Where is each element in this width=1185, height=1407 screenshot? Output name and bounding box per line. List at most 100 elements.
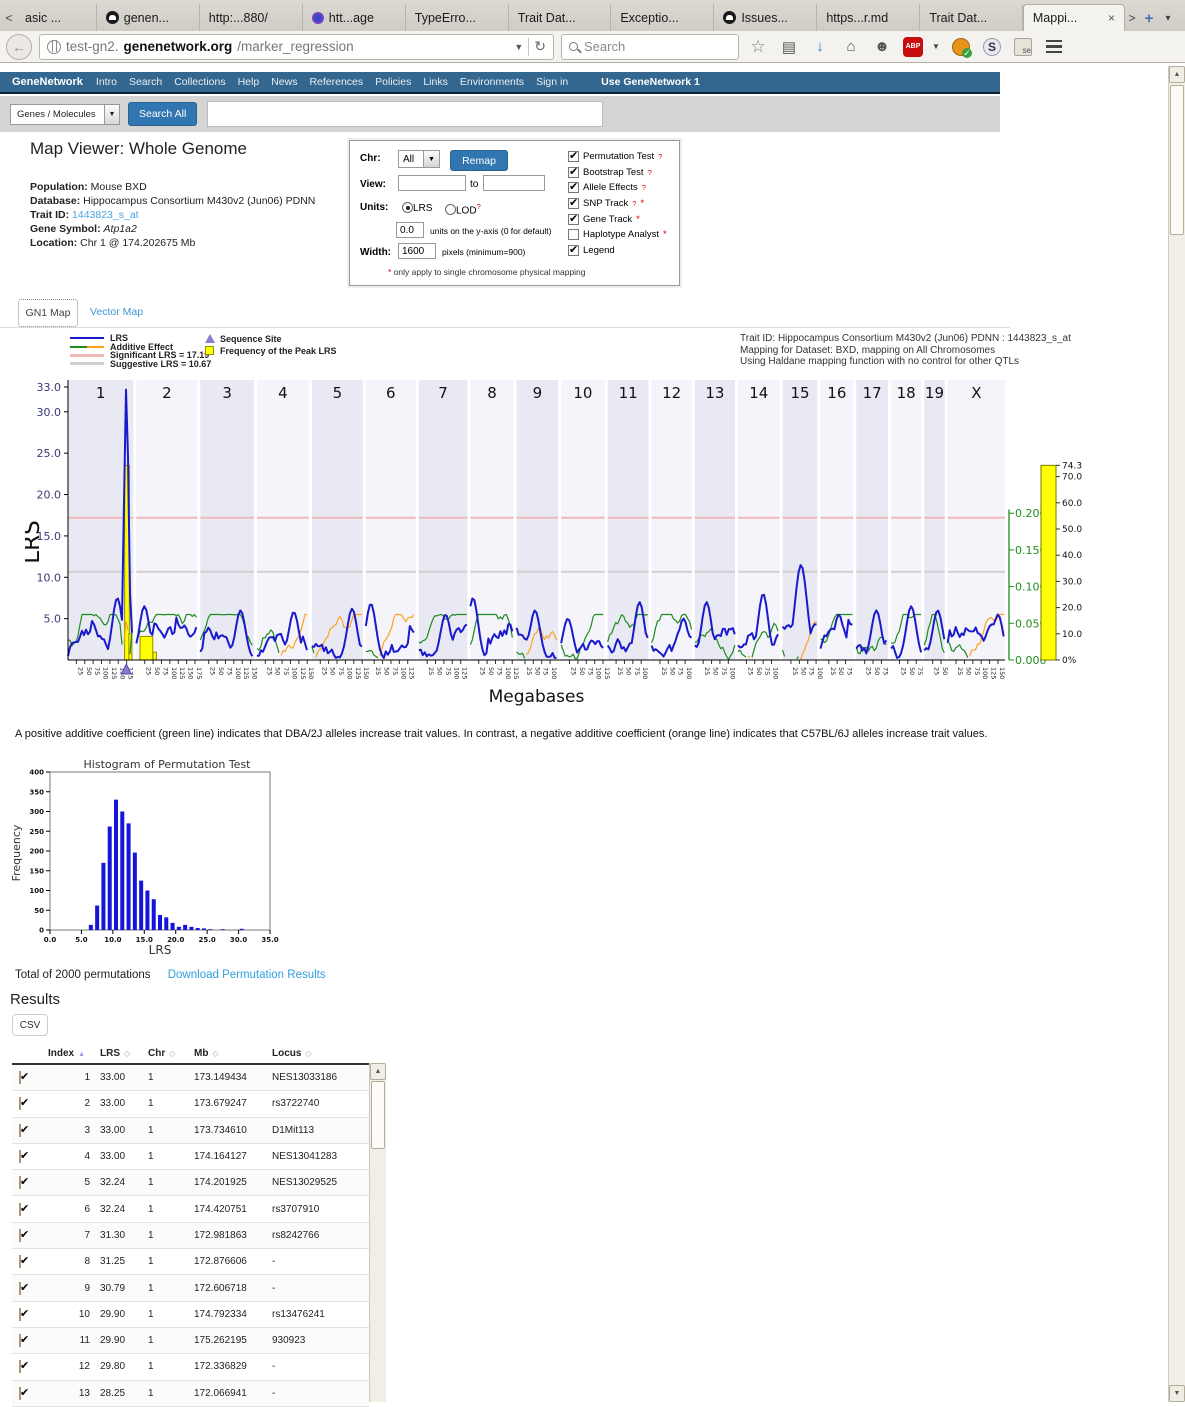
nav-item-search[interactable]: Search: [129, 76, 162, 88]
view-from-input[interactable]: [398, 175, 466, 191]
browser-tab[interactable]: Trait Dat...: [509, 4, 612, 31]
table-scrollbar-thumb[interactable]: [371, 1081, 385, 1149]
new-tab-button[interactable]: +: [1139, 5, 1159, 31]
window-scrollbar-thumb[interactable]: [1170, 85, 1184, 235]
browser-tab[interactable]: TypeErro...: [406, 4, 509, 31]
category-select[interactable]: Genes / Molecules ▼: [10, 104, 120, 125]
units-lrs-radio[interactable]: LRS: [402, 202, 432, 214]
remap-button[interactable]: Remap: [450, 150, 508, 171]
checkbox-icon[interactable]: [568, 229, 579, 240]
checkbox-row-bootstrap-test[interactable]: Bootstrap Test?: [568, 165, 667, 181]
nav-item-help[interactable]: Help: [238, 76, 260, 88]
row-checkbox[interactable]: [19, 1124, 21, 1137]
tab-vector-map[interactable]: Vector Map: [90, 306, 143, 318]
chat-icon[interactable]: ☻: [870, 35, 894, 59]
url-dropdown-icon[interactable]: ▼: [514, 42, 523, 52]
chr-caret-icon[interactable]: ▼: [424, 150, 440, 168]
radio-icon[interactable]: [445, 204, 456, 215]
row-checkbox[interactable]: [19, 1176, 21, 1189]
row-checkbox[interactable]: [19, 1150, 21, 1163]
checkbox-row-legend[interactable]: Legend: [568, 243, 667, 259]
browser-tab[interactable]: https...r.md: [817, 4, 920, 31]
column-header-lrs[interactable]: LRS◇: [100, 1048, 148, 1059]
csv-button[interactable]: CSV: [12, 1014, 48, 1036]
help-icon[interactable]: ?: [658, 152, 662, 161]
radio-icon[interactable]: [402, 202, 413, 213]
width-input[interactable]: [398, 243, 436, 259]
row-checkbox[interactable]: [19, 1308, 21, 1321]
nav-item-policies[interactable]: Policies: [375, 76, 411, 88]
adblock-icon[interactable]: ABP: [903, 37, 923, 57]
reading-list-icon[interactable]: ▤: [777, 35, 801, 59]
browser-tab[interactable]: http:...880/: [200, 4, 303, 31]
genome-scan-chart[interactable]: 1255075100125150175225507510012515017532…: [25, 372, 1087, 712]
units-lod-radio[interactable]: LOD?: [445, 202, 481, 216]
global-search-input[interactable]: [207, 101, 603, 127]
s-addon-icon[interactable]: S: [983, 38, 1001, 56]
checkbox-icon[interactable]: [568, 167, 579, 178]
row-checkbox[interactable]: [19, 1097, 21, 1110]
nav-item-collections[interactable]: Collections: [174, 76, 225, 88]
trait-id-link[interactable]: 1443823_s_at: [72, 209, 139, 221]
reload-icon[interactable]: ↻: [534, 38, 546, 55]
scroll-up-icon[interactable]: ▲: [1169, 66, 1185, 83]
tab-scroll-right-icon[interactable]: >: [1125, 5, 1139, 31]
browser-tab[interactable]: genen...: [97, 4, 200, 31]
nav-item-sign-in[interactable]: Sign in: [536, 76, 568, 88]
adblock-caret-icon[interactable]: ▼: [932, 42, 942, 51]
help-icon[interactable]: ?: [632, 199, 636, 208]
column-header-locus[interactable]: Locus◇: [272, 1048, 369, 1059]
menu-icon[interactable]: [1042, 35, 1066, 59]
search-all-button[interactable]: Search All: [128, 102, 197, 126]
addon-orange-icon[interactable]: [952, 38, 970, 56]
category-caret-icon[interactable]: ▼: [105, 104, 120, 125]
tab-scroll-left-icon[interactable]: <: [2, 5, 16, 31]
bookmark-star-icon[interactable]: ☆: [746, 35, 770, 59]
browser-tab[interactable]: asic ...: [16, 4, 97, 31]
browser-tab[interactable]: htt...age: [303, 4, 406, 31]
nav-item-links[interactable]: Links: [423, 76, 448, 88]
download-icon[interactable]: ↓: [808, 35, 832, 59]
checkbox-row-gene-track[interactable]: Gene Track*: [568, 211, 667, 227]
browser-search-box[interactable]: Search: [561, 34, 739, 60]
browser-tab[interactable]: Trait Dat...: [920, 4, 1023, 31]
browser-tab[interactable]: Mappi...×: [1023, 4, 1125, 31]
nav-item-intro[interactable]: Intro: [96, 76, 117, 88]
row-checkbox[interactable]: [19, 1387, 21, 1400]
page-edit-icon[interactable]: se: [1014, 38, 1032, 56]
nav-item-news[interactable]: News: [271, 76, 297, 88]
help-icon[interactable]: ?: [477, 202, 481, 211]
nav-item-environments[interactable]: Environments: [460, 76, 524, 88]
download-permutation-link[interactable]: Download Permutation Results: [168, 969, 326, 981]
checkbox-row-allele-effects[interactable]: Allele Effects?: [568, 180, 667, 196]
checkbox-row-snp-track[interactable]: SNP Track?*: [568, 196, 667, 212]
row-checkbox[interactable]: [19, 1255, 21, 1268]
help-icon[interactable]: ?: [648, 168, 652, 177]
column-header-chr[interactable]: Chr◇: [148, 1048, 194, 1059]
row-checkbox[interactable]: [19, 1334, 21, 1347]
table-scrollbar[interactable]: ▲: [369, 1063, 386, 1402]
checkbox-icon[interactable]: [568, 245, 579, 256]
column-header-mb[interactable]: Mb◇: [194, 1048, 272, 1059]
browser-tab[interactable]: Issues...: [714, 4, 817, 31]
y-units-input[interactable]: [396, 222, 424, 238]
scroll-up-icon[interactable]: ▲: [370, 1063, 386, 1080]
window-scrollbar[interactable]: ▲ ▼: [1168, 66, 1185, 1402]
row-checkbox[interactable]: [19, 1282, 21, 1295]
use-gn1-link[interactable]: Use GeneNetwork 1: [601, 76, 700, 88]
gn-brand[interactable]: GeneNetwork: [12, 76, 83, 88]
chr-select[interactable]: All ▼: [398, 150, 440, 168]
checkbox-row-haplotype-analyst[interactable]: Haplotype Analyst*: [568, 227, 667, 243]
scroll-down-icon[interactable]: ▼: [1169, 1385, 1185, 1402]
checkbox-icon[interactable]: [568, 198, 579, 209]
row-checkbox[interactable]: [19, 1203, 21, 1216]
tab-gn1-map[interactable]: GN1 Map: [18, 299, 78, 327]
checkbox-row-permutation-test[interactable]: Permutation Test?: [568, 149, 667, 165]
row-checkbox[interactable]: [19, 1229, 21, 1242]
tab-list-caret-icon[interactable]: ▾: [1159, 5, 1177, 31]
column-header-index[interactable]: Index▲: [48, 1048, 100, 1059]
home-icon[interactable]: ⌂: [839, 35, 863, 59]
checkbox-icon[interactable]: [568, 151, 579, 162]
nav-item-references[interactable]: References: [309, 76, 363, 88]
close-icon[interactable]: ×: [1108, 11, 1115, 25]
